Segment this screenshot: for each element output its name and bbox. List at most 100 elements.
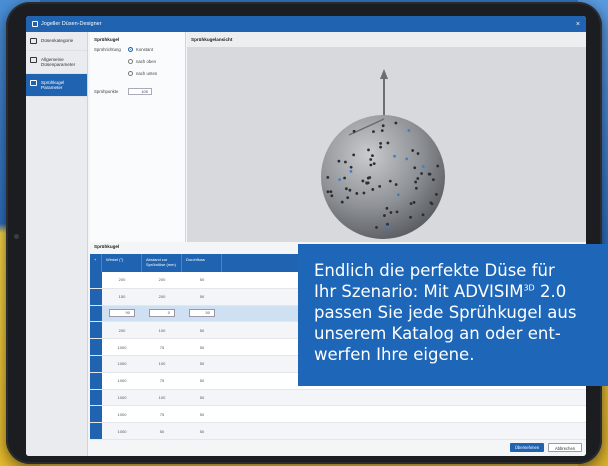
sphere-point xyxy=(412,200,416,204)
table-cell[interactable]: 50 xyxy=(182,395,222,400)
sphere-point xyxy=(375,225,378,229)
apply-button[interactable]: Übernehmen xyxy=(510,443,544,452)
table-cell[interactable]: 50 xyxy=(182,328,222,333)
sphere-point xyxy=(389,211,393,214)
table-cell[interactable]: 1000 xyxy=(102,345,142,350)
table-cell[interactable]: 50 xyxy=(182,361,222,366)
sphere-point xyxy=(436,164,440,168)
table-cell[interactable]: 75 xyxy=(142,412,182,417)
sphere-point xyxy=(396,193,400,197)
table-cell[interactable]: 50 xyxy=(182,429,222,434)
sphere-point xyxy=(386,141,390,145)
sphere-point xyxy=(381,124,385,128)
sphere-point xyxy=(326,190,330,194)
table-cell[interactable]: 50 xyxy=(182,309,222,318)
table-cell[interactable]: 100 xyxy=(142,395,182,400)
sidebar-item-spray-sphere[interactable]: Sprühkugel Parameter xyxy=(26,74,87,97)
sphere-point xyxy=(421,165,425,168)
table-cell[interactable]: 1000 xyxy=(102,378,142,383)
sphere-point xyxy=(344,187,348,191)
sphere-point xyxy=(430,202,434,206)
sphere-point xyxy=(369,163,373,167)
table-cell[interactable]: 75 xyxy=(142,378,182,383)
row-handle[interactable] xyxy=(90,305,102,322)
sphere-point xyxy=(379,141,383,145)
table-cell[interactable]: 50 xyxy=(182,294,222,299)
sidebar-item-label: Allgemeine Düsenparameter xyxy=(41,57,76,67)
radio-constant[interactable] xyxy=(128,47,133,52)
table-cell[interactable]: 200 xyxy=(102,277,142,282)
table-cell[interactable]: 150 xyxy=(102,294,142,299)
sidebar-item-general[interactable]: Allgemeine Düsenparameter xyxy=(26,51,87,74)
sphere-point xyxy=(414,180,418,184)
settings-title: Sprühkugel xyxy=(94,37,120,42)
table-cell[interactable]: 50 xyxy=(182,378,222,383)
row-handle[interactable] xyxy=(90,322,102,339)
promo-line-4: unserem Katalog an oder ent- xyxy=(314,324,561,343)
sphere-point xyxy=(420,172,423,175)
row-handle[interactable] xyxy=(90,389,102,406)
row-handle[interactable] xyxy=(90,272,102,288)
sphere-point xyxy=(329,190,333,194)
row-handle[interactable] xyxy=(90,355,102,372)
row-handle[interactable] xyxy=(90,372,102,389)
table-cell[interactable]: 50 xyxy=(182,277,222,282)
sphere-point xyxy=(366,181,370,185)
table-cell[interactable]: 1000 xyxy=(102,395,142,400)
window-title: Jogeller Düsen-Designer xyxy=(41,21,102,27)
table-row[interactable]: 1000 75 50 xyxy=(90,406,586,424)
table-cell[interactable]: 100 xyxy=(142,328,182,333)
sphere-point xyxy=(372,130,375,134)
table-cell[interactable]: 50 xyxy=(182,345,222,350)
table-row[interactable]: 1000 100 50 xyxy=(90,389,586,407)
header-add-icon[interactable]: + xyxy=(90,254,102,272)
radio-up-label: nach oben xyxy=(136,59,157,64)
table-cell[interactable]: 1000 xyxy=(102,412,142,417)
viewport-title: Sprühkugelansicht xyxy=(187,32,586,47)
sphere-canvas[interactable] xyxy=(187,47,586,243)
cancel-button[interactable]: Abbrechen xyxy=(548,443,582,452)
sphere-point xyxy=(394,183,398,186)
sphere-point xyxy=(343,160,347,164)
table-cell[interactable]: 200 xyxy=(142,294,182,299)
sphere-point xyxy=(413,166,417,170)
sphere-viewport[interactable]: Sprühkugelansicht xyxy=(187,32,586,242)
sphere-point xyxy=(362,191,366,195)
table-cell[interactable]: 1000 xyxy=(102,361,142,366)
row-handle[interactable] xyxy=(90,423,102,439)
sphere-point xyxy=(416,152,420,155)
direction-label: Sprührichtung xyxy=(94,47,121,52)
table-cell[interactable]: 200 xyxy=(102,328,142,333)
category-icon xyxy=(30,38,37,44)
table-cell[interactable]: 200 xyxy=(142,277,182,282)
radio-down[interactable] xyxy=(128,71,133,76)
close-icon[interactable]: × xyxy=(576,21,580,28)
sidebar-item-label: Düsenkategorie xyxy=(41,38,74,43)
sphere-point xyxy=(346,196,350,200)
sphere-point xyxy=(431,178,435,182)
table-cell[interactable]: 90 xyxy=(102,309,142,318)
sphere-point xyxy=(343,176,346,180)
table-cell[interactable]: 0 xyxy=(142,309,182,318)
sphere-point xyxy=(407,129,411,132)
table-cell[interactable]: 1000 xyxy=(102,429,142,434)
row-handle[interactable] xyxy=(90,339,102,355)
table-cell[interactable]: 50 xyxy=(182,412,222,417)
table-cell[interactable]: 75 xyxy=(142,345,182,350)
table-row[interactable]: 1000 50 50 xyxy=(90,423,586,440)
sidebar: Düsenkategorie Allgemeine Düsenparameter… xyxy=(26,32,88,456)
sphere-point xyxy=(367,148,370,152)
table-cell[interactable]: 100 xyxy=(142,361,182,366)
count-spinner[interactable]: 100 xyxy=(128,88,152,95)
sphere-point xyxy=(326,176,330,179)
app-window: Jogeller Düsen-Designer × Düsenkategorie… xyxy=(26,16,586,456)
sphere-point xyxy=(394,121,398,125)
sphere-point xyxy=(378,184,382,188)
sphere-point xyxy=(395,210,399,214)
button-bar: Übernehmen Abbrechen xyxy=(90,440,586,456)
sidebar-item-category[interactable]: Düsenkategorie xyxy=(26,32,87,51)
row-handle[interactable] xyxy=(90,288,102,305)
table-cell[interactable]: 50 xyxy=(142,429,182,434)
row-handle[interactable] xyxy=(90,406,102,423)
radio-up[interactable] xyxy=(128,59,133,64)
